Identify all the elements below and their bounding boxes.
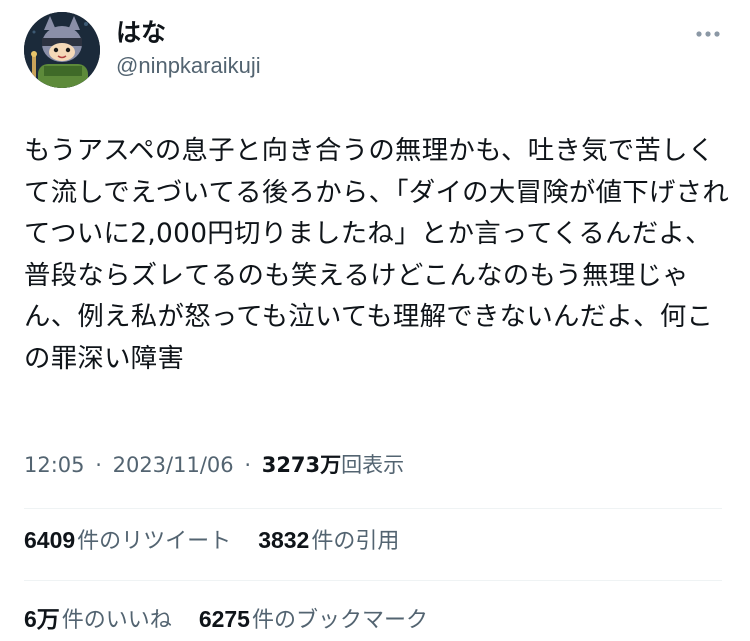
avatar[interactable] — [24, 12, 100, 88]
quotes-stat[interactable]: 3832件の引用 — [258, 524, 399, 558]
retweets-stat[interactable]: 6409件のリツイート — [24, 524, 231, 558]
bookmarks-stat[interactable]: 6275件のブックマーク — [199, 603, 428, 637]
meta-separator: · — [244, 453, 252, 477]
tweet-time[interactable]: 12:05 — [24, 453, 85, 477]
ellipsis-icon — [696, 31, 720, 37]
bookmarks-label: 件のブックマーク — [251, 608, 428, 633]
more-options-button[interactable] — [688, 18, 728, 50]
user-handle[interactable]: @ninpkaraikuji — [116, 52, 261, 80]
stats-row-reposts: 6409件のリツイート 3832件の引用 — [24, 524, 419, 558]
display-name[interactable]: はな — [116, 18, 166, 48]
meta-separator: · — [95, 453, 102, 477]
tweet-meta: 12:05 · 2023/11/06 · 3273万回表示 — [24, 449, 404, 481]
cartoon-cat-ninja-avatar-icon — [24, 12, 100, 88]
bookmarks-count: 6275 — [198, 606, 250, 632]
tweet-text: もうアスペの息子と向き合うの無理かも、吐き気で苦しくて流しでえづいてる後ろから、… — [24, 135, 730, 374]
views-count: 3273万 — [261, 453, 342, 477]
retweets-count: 6409 — [24, 527, 76, 553]
stats-row-engagement: 6万件のいいね 6275件のブックマーク — [24, 603, 448, 637]
views-label: 回表示 — [341, 453, 405, 477]
retweets-label: 件のリツイート — [77, 529, 232, 554]
tweet-date[interactable]: 2023/11/06 — [113, 453, 234, 477]
divider — [24, 508, 722, 509]
likes-count: 6万 — [24, 606, 60, 632]
likes-label: 件のいいね — [61, 608, 172, 633]
divider — [24, 580, 722, 581]
quotes-label: 件の引用 — [311, 529, 400, 554]
likes-stat[interactable]: 6万件のいいね — [24, 603, 172, 637]
quotes-count: 3832 — [258, 527, 310, 553]
